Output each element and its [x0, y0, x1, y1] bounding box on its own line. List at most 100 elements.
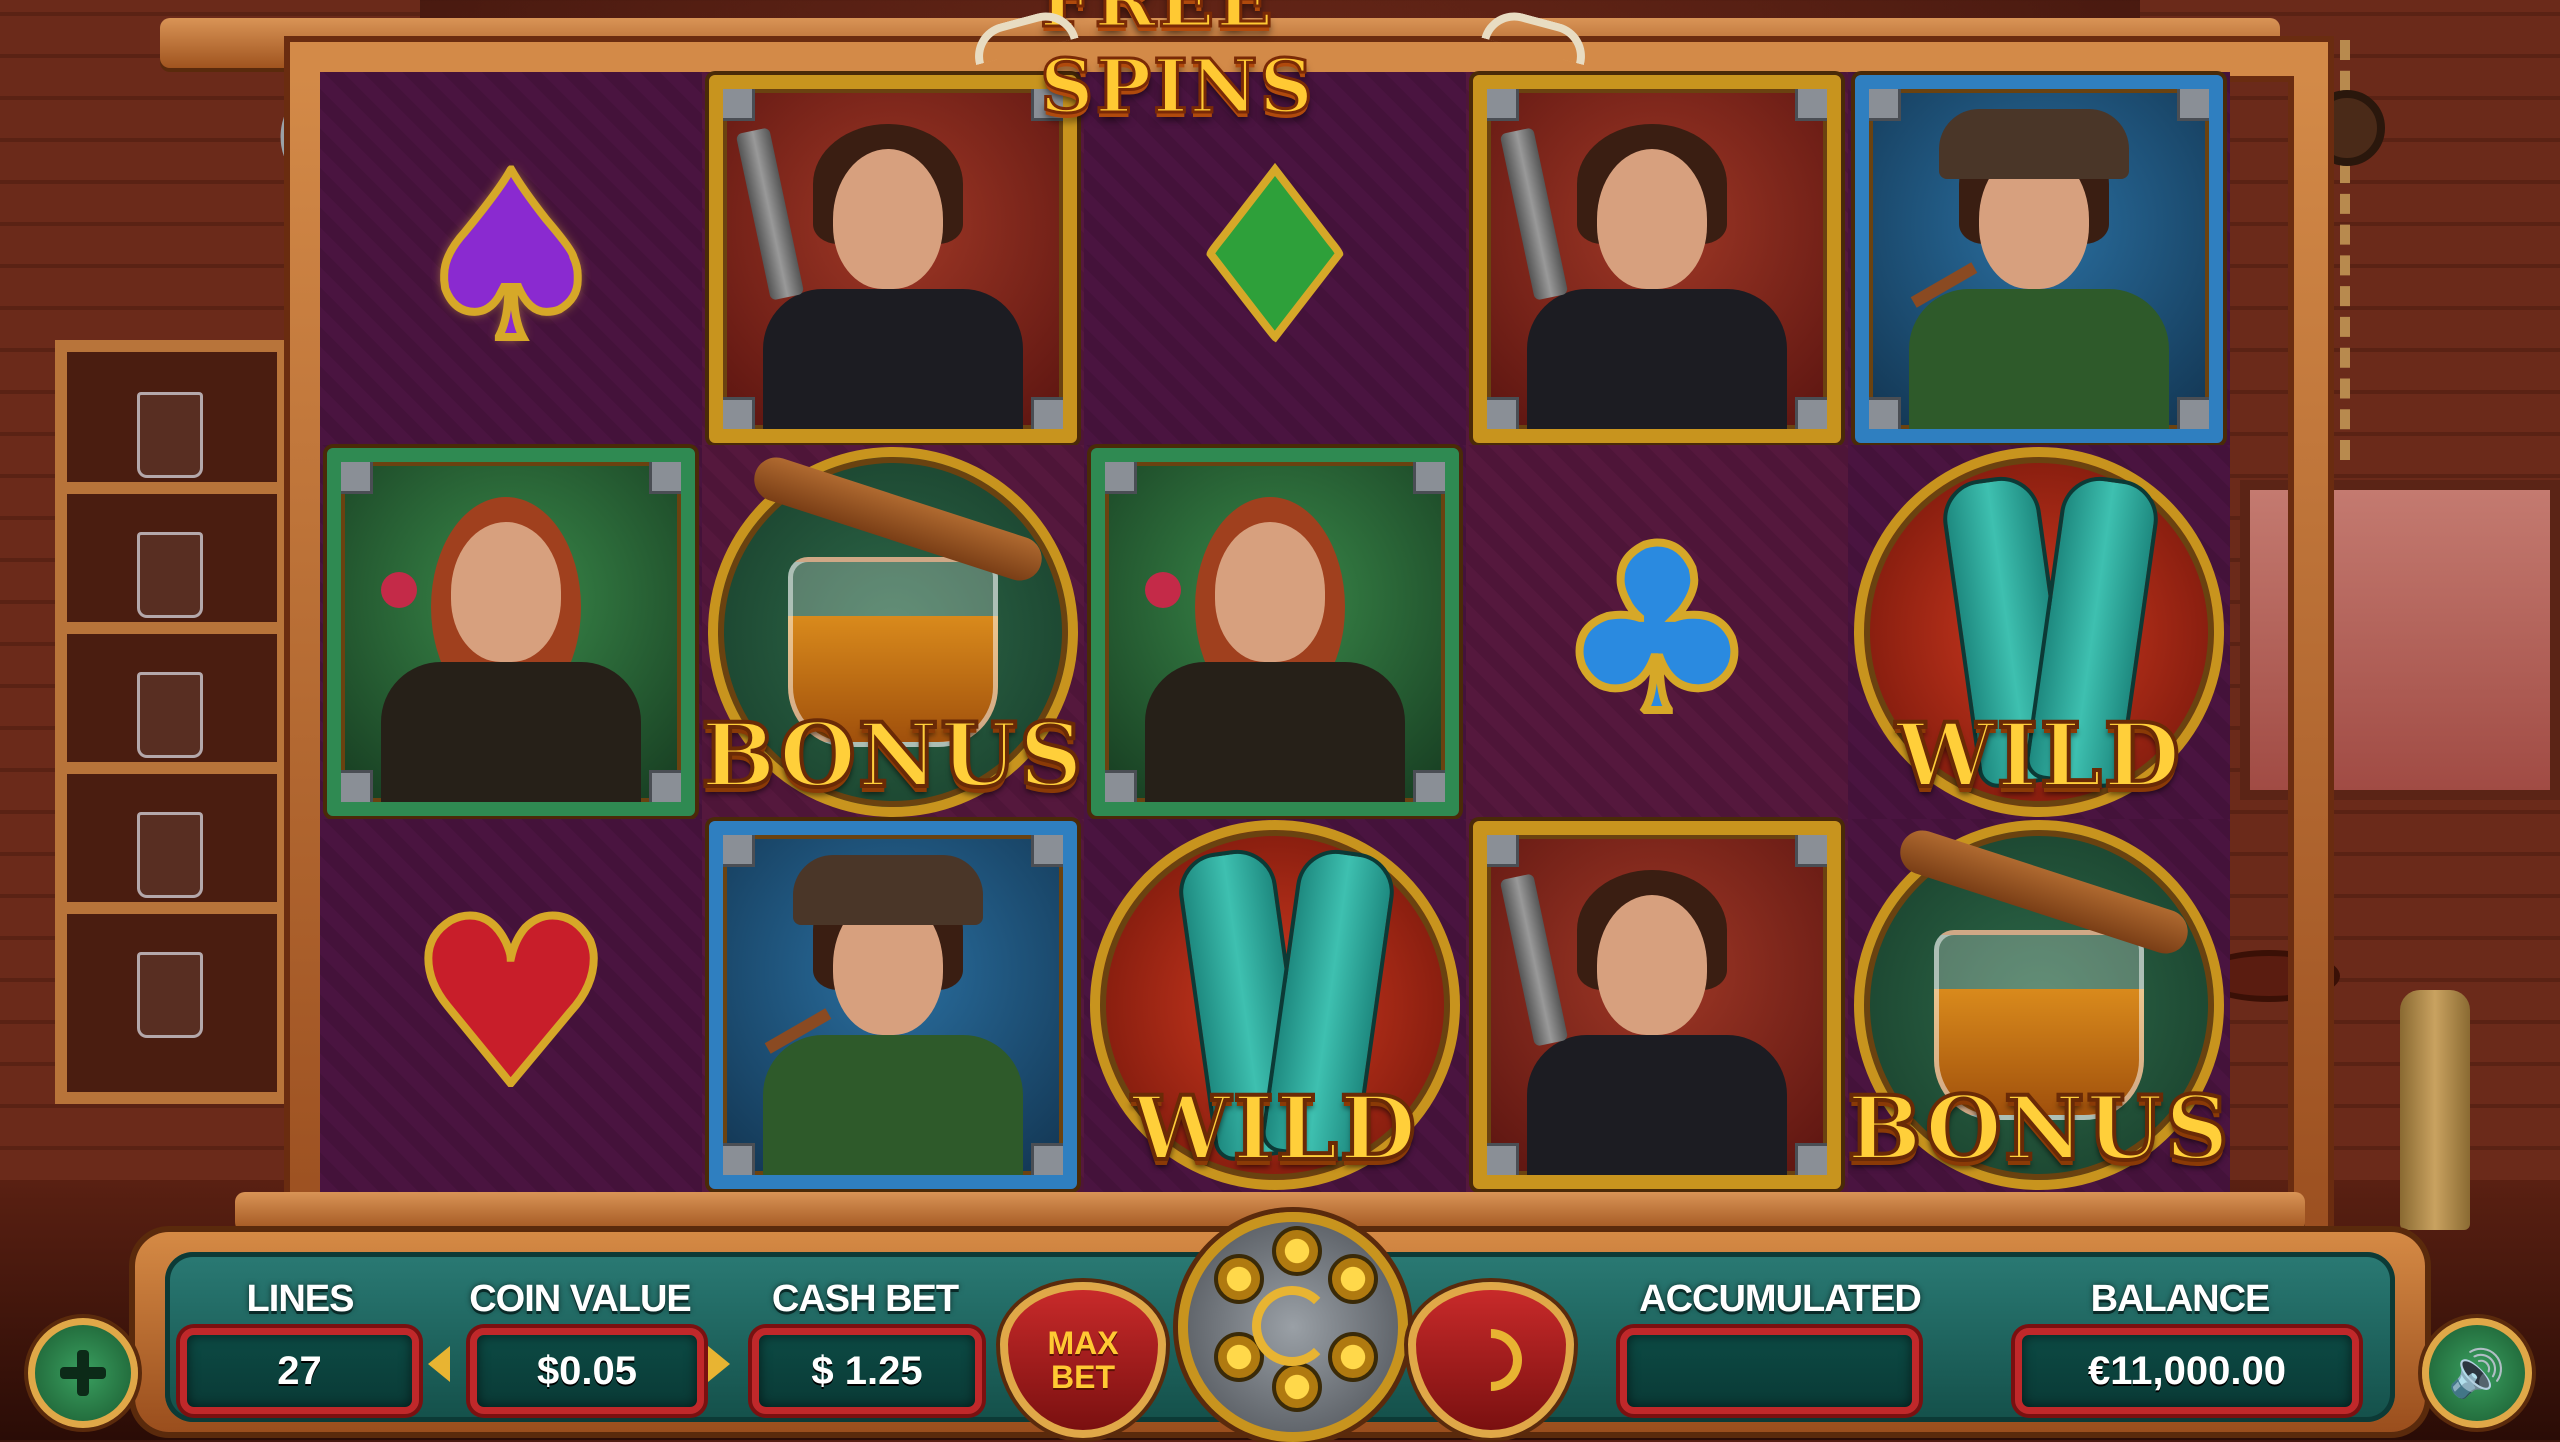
- menu-button[interactable]: [28, 1318, 138, 1428]
- shot-glass-icon: [137, 532, 203, 618]
- frame-corner-icon: [723, 1143, 755, 1176]
- reel-cell: [702, 818, 1084, 1192]
- frame-corner-icon: [723, 396, 755, 429]
- frame-corner-icon: [1795, 396, 1827, 429]
- frame-corner-icon: [723, 88, 755, 121]
- frame-corner-icon: [1795, 88, 1827, 121]
- head-shape: [451, 521, 561, 662]
- cigar-gangster-symbol: [1855, 74, 2223, 443]
- reel-cell: [1848, 72, 2230, 446]
- frame-corner-icon: [1105, 769, 1137, 802]
- reel-cell: ♥: [320, 818, 702, 1192]
- coin-value-label: COIN VALUE: [469, 1278, 692, 1320]
- frame-corner-icon: [649, 461, 681, 494]
- body-shape: [763, 288, 1023, 429]
- gunslinger-symbol: [1473, 74, 1841, 443]
- frame-corner-icon: [723, 835, 755, 868]
- club-symbol: ♣: [1550, 497, 1764, 765]
- reel-cell: [1466, 818, 1848, 1192]
- reel-cell: BONUS: [699, 445, 1085, 819]
- balance-label: BALANCE: [2090, 1278, 2271, 1320]
- hat-shape: [1939, 108, 2129, 179]
- body-shape: [1909, 288, 2169, 429]
- reel-grid: ♠ ♦ BONUS ♣ WILD ♥ WILD BONUS: [320, 72, 2231, 1192]
- rose-shape: [381, 571, 417, 608]
- cash-bet-label: CASH BET: [771, 1278, 959, 1320]
- diamond-symbol: ♦: [1168, 124, 1382, 392]
- gunslinger-symbol: [709, 74, 1077, 443]
- sound-button[interactable]: 🔊: [2422, 1318, 2532, 1428]
- reel-cell: BONUS: [1845, 818, 2231, 1192]
- lady-symbol: [327, 447, 695, 816]
- frame-corner-icon: [341, 461, 373, 494]
- shot-glass-icon: [137, 812, 203, 898]
- wild-symbol: WILD: [1854, 446, 2224, 817]
- head-shape: [1215, 521, 1325, 662]
- head-shape: [1597, 148, 1707, 289]
- revolver-spin-icon: [1252, 1286, 1332, 1366]
- speaker-icon: 🔊: [2448, 1346, 2506, 1400]
- frame-corner-icon: [1031, 396, 1063, 429]
- gun-shape: [735, 126, 805, 301]
- free-spins-title: FREE SPINS: [1039, 0, 1315, 132]
- heart-symbol: ♥: [404, 871, 618, 1139]
- coin-value-increase-button[interactable]: [708, 1346, 730, 1382]
- reel-cell: ♣: [1466, 445, 1848, 819]
- gunslinger-symbol: [1473, 821, 1841, 1190]
- reel-cell: [1466, 72, 1848, 446]
- reel-cell: [1084, 445, 1466, 819]
- frame-corner-icon: [1795, 835, 1827, 868]
- frame-corner-icon: [2177, 88, 2209, 121]
- shelf-plank: [67, 622, 277, 634]
- cigar-gangster-symbol: [709, 821, 1077, 1190]
- shelf-plank: [67, 482, 277, 494]
- lines-field: 27: [180, 1328, 419, 1414]
- frame-corner-icon: [649, 769, 681, 802]
- max-bet-label-line2: BET: [1051, 1359, 1115, 1395]
- shot-glass-icon: [137, 672, 203, 758]
- frame-corner-icon: [1487, 396, 1519, 429]
- spade-symbol: ♠: [404, 124, 618, 392]
- body-shape: [1145, 661, 1405, 802]
- frame-corner-icon: [1487, 835, 1519, 868]
- frame-corner-icon: [1105, 461, 1137, 494]
- frame-corner-icon: [1487, 1143, 1519, 1176]
- autoplay-arrow-icon: [1447, 1316, 1535, 1404]
- frame-corner-icon: [1031, 835, 1063, 868]
- chamber-icon: [1272, 1362, 1322, 1412]
- rose-shape: [1145, 571, 1181, 608]
- spin-button[interactable]: [1178, 1212, 1408, 1442]
- body-shape: [1527, 1035, 1787, 1176]
- frame-corner-icon: [1413, 769, 1445, 802]
- head-shape: [833, 148, 943, 289]
- body-shape: [763, 1035, 1023, 1176]
- chamber-icon: [1328, 1332, 1378, 1382]
- bonus-symbol: BONUS: [1845, 820, 2231, 1191]
- frame-corner-icon: [1413, 461, 1445, 494]
- glass-shelf: [55, 340, 289, 1104]
- accumulated-win-field: [1620, 1328, 1919, 1414]
- chamber-icon: [1214, 1254, 1264, 1304]
- reel-cell: [702, 72, 1084, 446]
- reel-cell: WILD: [1848, 445, 2230, 819]
- shelf-plank: [67, 902, 277, 914]
- balance-field: €11,000.00: [2015, 1328, 2359, 1414]
- chamber-icon: [1272, 1226, 1322, 1276]
- reel-cell: WILD: [1084, 818, 1466, 1192]
- coin-value-field: $0.05: [470, 1328, 704, 1414]
- wild-label: WILD: [1130, 1074, 1419, 1182]
- bottle-icon: [2400, 990, 2470, 1230]
- cash-bet-field: $ 1.25: [752, 1328, 982, 1414]
- shelf-plank: [67, 762, 277, 774]
- frame-corner-icon: [1869, 88, 1901, 121]
- body-shape: [381, 661, 641, 802]
- coin-value-decrease-button[interactable]: [428, 1346, 450, 1382]
- reel-cell: [320, 445, 702, 819]
- frame-corner-icon: [1031, 1143, 1063, 1176]
- accumulated-win-label: ACCUMULATED WIN: [1639, 1278, 1922, 1363]
- gun-shape: [1499, 873, 1569, 1048]
- frame-corner-icon: [2177, 396, 2209, 429]
- head-shape: [1597, 895, 1707, 1036]
- frame-corner-icon: [1869, 396, 1901, 429]
- chamber-icon: [1328, 1254, 1378, 1304]
